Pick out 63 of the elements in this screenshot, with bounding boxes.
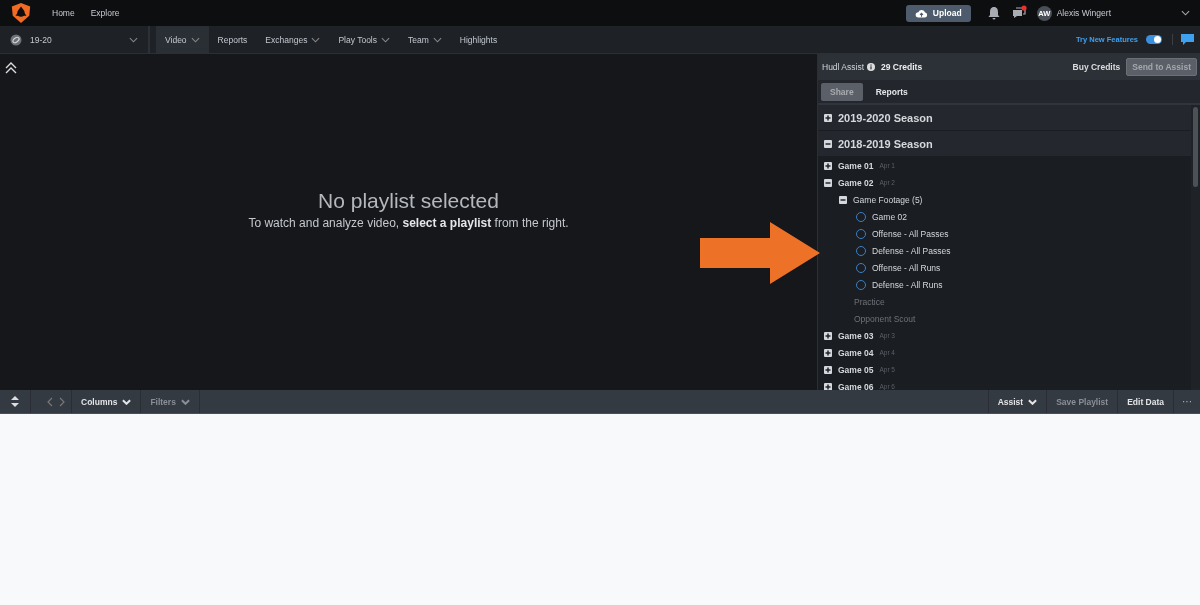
folder-title[interactable]: Game Footage (5) <box>853 194 923 205</box>
more-button[interactable]: ··· <box>1174 390 1200 413</box>
nav-link[interactable]: Explore <box>90 8 120 18</box>
season-title[interactable]: 2019-2020 Season <box>838 111 933 124</box>
playlist-title[interactable]: Offense - All Runs <box>872 262 941 273</box>
expand-icon[interactable] <box>824 382 832 390</box>
toolbar-button[interactable]: Edit Data <box>1118 390 1174 413</box>
expand-icon[interactable] <box>824 113 832 122</box>
scroll-thumb[interactable] <box>1193 107 1198 187</box>
nav-link[interactable]: Home <box>52 8 75 18</box>
collapse-icon[interactable] <box>824 178 832 187</box>
folder-title[interactable]: Practice <box>854 296 885 307</box>
dropdown-button[interactable]: Columns <box>72 390 142 413</box>
ball-icon <box>10 33 22 46</box>
collapse-icon[interactable] <box>5 62 17 74</box>
playlist-title[interactable]: Game 02 <box>872 211 907 222</box>
chevron-down-icon <box>129 36 138 43</box>
empty-title: No playlist selected <box>318 189 499 213</box>
expand-icon[interactable] <box>824 348 832 357</box>
nav-tab[interactable]: Team <box>399 26 451 53</box>
expand-icon[interactable] <box>824 331 832 340</box>
chevron-down-icon <box>180 398 190 405</box>
empty-message: To watch and analyze video, select a playlist from the right. <box>248 216 569 230</box>
logo-icon[interactable] <box>10 2 32 24</box>
game-title[interactable]: Game 03 <box>838 330 874 341</box>
sort-icon[interactable] <box>11 396 19 407</box>
assist-label: Hudl Assist <box>822 62 865 72</box>
nav-tab[interactable]: Exchanges <box>256 26 330 53</box>
folder-title[interactable]: Opponent Scout <box>854 313 916 324</box>
playlist-title[interactable]: Defense - All Runs <box>872 279 943 290</box>
chevron-right-icon[interactable] <box>59 396 65 407</box>
chevron-down-icon <box>122 398 132 405</box>
bell-icon[interactable] <box>986 6 1001 20</box>
collapse-icon[interactable] <box>839 195 847 204</box>
game-title[interactable]: Game 05 <box>838 364 874 375</box>
game-title[interactable]: Game 04 <box>838 347 874 358</box>
playlist-title[interactable]: Offense - All Passes <box>872 228 949 239</box>
expand-icon[interactable] <box>824 161 832 170</box>
game-title[interactable]: Game 01 <box>838 160 874 171</box>
toggle-switch[interactable] <box>1146 35 1162 44</box>
buy-credits-link[interactable]: Buy Credits <box>1072 62 1121 72</box>
scrollbar[interactable] <box>1191 105 1200 390</box>
upload-button[interactable]: Upload <box>905 4 971 22</box>
season-title[interactable]: 2018-2019 Season <box>838 137 933 150</box>
chevron-down-icon <box>1181 10 1190 16</box>
collapse-icon[interactable] <box>824 139 832 148</box>
dropdown-button[interactable]: Assist <box>987 390 1048 413</box>
game-title[interactable]: Game 06 <box>838 381 874 390</box>
cloud-upload-icon <box>914 8 928 18</box>
message-icon[interactable] <box>1172 34 1194 45</box>
nav-tab[interactable]: Highlights <box>450 26 507 53</box>
chevron-left-icon[interactable] <box>47 396 53 407</box>
panel-tab[interactable]: Reports <box>866 82 917 101</box>
nav-tab[interactable]: Video <box>156 26 209 53</box>
game-title[interactable]: Game 02 <box>838 177 874 188</box>
playlist-title[interactable]: Defense - All Passes <box>872 245 951 256</box>
user-name[interactable]: Alexis Wingert <box>1056 8 1111 18</box>
nav-tab[interactable]: Play Tools <box>329 26 399 53</box>
nav-tab[interactable]: Reports <box>208 26 257 53</box>
chat-icon[interactable] <box>1010 5 1027 21</box>
credits-count: 29 Credits <box>881 62 923 72</box>
info-icon[interactable] <box>867 63 876 71</box>
expand-icon[interactable] <box>824 365 832 374</box>
